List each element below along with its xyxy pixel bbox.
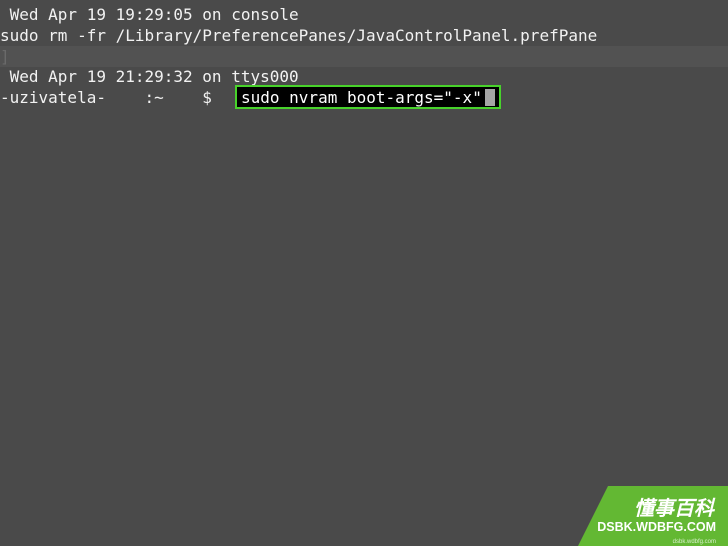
login-message-line-2: Wed Apr 19 21:29:32 on ttys000 <box>0 67 299 86</box>
previous-command-line: sudo rm -fr /Library/PreferencePanes/Jav… <box>0 26 598 45</box>
watermark-url: DSBK.WDBFG.COM <box>597 520 716 534</box>
command-prompt: -uzivatela- :~ $ <box>0 88 212 107</box>
watermark-brand-name: 懂事百科 <box>634 496 714 520</box>
cursor-block <box>484 88 495 106</box>
terminal-window[interactable]: Wed Apr 19 19:29:05 on console sudo rm -… <box>0 0 728 546</box>
command-input-highlight[interactable]: sudo nvram boot-args="-x" <box>235 85 501 109</box>
watermark-sub-url: dsbk.wdbfg.com <box>672 539 716 545</box>
bracket-text: ] <box>0 47 10 66</box>
command-text: sudo nvram boot-args="-x" <box>241 87 482 107</box>
selected-line: ] <box>0 46 728 67</box>
login-message-line: Wed Apr 19 19:29:05 on console <box>0 5 299 24</box>
